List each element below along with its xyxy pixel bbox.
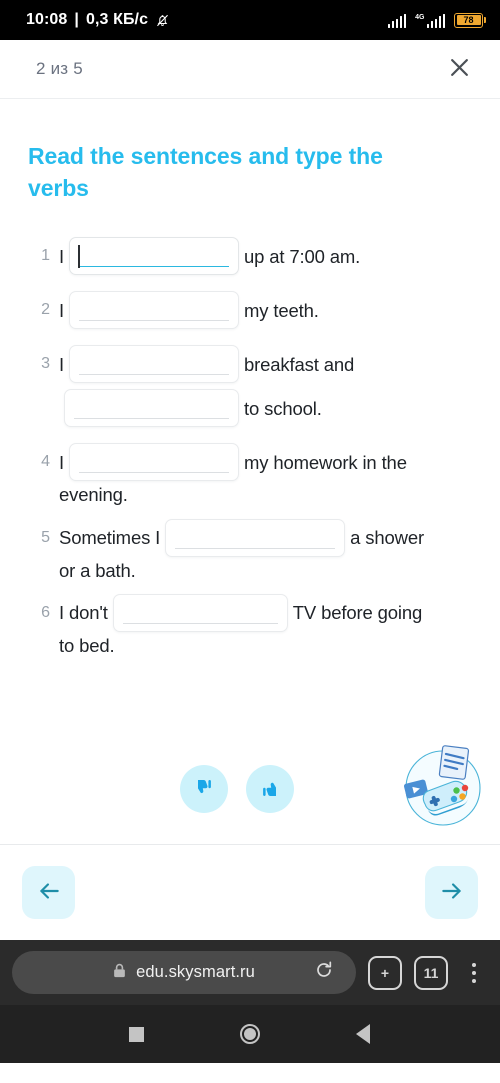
task-content: Read the sentences and type the verbs 1I… [0, 99, 500, 844]
question-text: I [59, 245, 64, 267]
question-text: TV before going [292, 602, 423, 624]
question-row: 4 Imy homework in the evening. [28, 440, 470, 505]
question-text: my homework in the [244, 451, 407, 473]
status-separator: | [74, 11, 79, 28]
answer-input-5-1[interactable] [165, 518, 346, 557]
status-bar: 10:08 | 0,3 КБ/с 4G 78 [0, 0, 500, 40]
app-header: 2 из 5 [0, 40, 500, 99]
question-number: 2 [41, 301, 50, 319]
close-icon [449, 57, 470, 81]
question-text: Sometimes I [59, 527, 161, 549]
input-underline [74, 418, 229, 420]
status-data-rate: 0,3 КБ/с [86, 11, 149, 28]
arrow-right-icon [439, 878, 465, 907]
question-row: 6 I don't TV before going to bed. [28, 591, 470, 656]
like-button[interactable] [246, 765, 294, 813]
phone-screen: 10:08 | 0,3 КБ/с 4G 78 2 из 5 Read the s… [0, 0, 500, 1083]
signal-bars-icon [387, 13, 407, 28]
input-underline [175, 547, 336, 549]
question-text: I don't [59, 602, 108, 624]
question-text: or a bath. [59, 559, 136, 581]
triangle-back-icon [356, 1024, 371, 1044]
arrow-left-icon [36, 878, 62, 907]
progress-indicator: 2 из 5 [36, 59, 83, 78]
question-row: 1 Iup at 7:00 am. [28, 234, 470, 278]
question-text: breakfast and [244, 353, 355, 375]
question-text: to school. [244, 397, 322, 419]
task-title: Read the sentences and type the verbs [28, 143, 383, 201]
input-underline [79, 265, 229, 268]
question-text: I [59, 353, 64, 375]
question-text: my teeth. [244, 299, 319, 321]
browser-toolbar: edu.skysmart.ru + 11 [0, 940, 500, 1005]
text-caret [78, 245, 80, 269]
tab-count-label: 11 [423, 964, 439, 981]
step-navigation-bar [0, 844, 500, 940]
question-text: a shower [350, 527, 425, 549]
overflow-menu-icon[interactable] [460, 962, 488, 983]
answer-input-6-1[interactable] [112, 594, 288, 632]
question-number: 4 [41, 453, 50, 471]
question-text: to bed. [59, 635, 115, 656]
home-button[interactable] [227, 1011, 273, 1057]
answer-input-3-2[interactable] [64, 389, 239, 428]
reload-icon [314, 960, 334, 985]
tab-switcher-button[interactable]: 11 [414, 955, 448, 990]
question-text: I [59, 451, 64, 473]
vote-group [180, 765, 294, 813]
answer-input-1-1[interactable] [69, 237, 239, 276]
input-underline [122, 623, 278, 624]
battery-percent-label: 78 [456, 15, 481, 25]
input-underline [79, 472, 229, 474]
mobile-network-icon: 4G [415, 13, 445, 28]
dislike-button[interactable] [180, 765, 228, 813]
circle-home-icon [239, 1024, 260, 1044]
question-number: 5 [41, 528, 50, 546]
question-row: 5 Sometimes I a shower or a bath. [28, 516, 470, 581]
new-tab-button[interactable]: + [368, 955, 402, 990]
previous-button[interactable] [22, 866, 75, 919]
question-text: up at 7:00 am. [244, 245, 361, 267]
question-row: 3 Ibreakfast and to school. [28, 342, 470, 430]
thumbs-down-icon [192, 776, 216, 803]
url-bar[interactable]: edu.skysmart.ru [12, 951, 356, 994]
network-type-label: 4G [415, 13, 425, 21]
status-bar-left: 10:08 | 0,3 КБ/с [26, 11, 170, 29]
question-text: evening. [59, 484, 128, 506]
answer-input-2-1[interactable] [69, 291, 239, 330]
recents-button[interactable] [114, 1011, 160, 1057]
reload-button[interactable] [314, 960, 334, 985]
plus-icon: + [380, 964, 390, 981]
status-bar-right: 4G 78 [387, 12, 486, 28]
battery-icon: 78 [454, 12, 486, 28]
question-list: 1 Iup at 7:00 am. 2 Imy teeth. 3 Ibreakfast a… [28, 234, 470, 656]
url-text: edu.skysmart.ru [136, 963, 255, 981]
answer-input-4-1[interactable] [69, 443, 239, 482]
question-number: 3 [41, 355, 50, 373]
bell-muted-icon [155, 12, 170, 28]
back-button[interactable] [340, 1011, 386, 1057]
input-underline [79, 320, 229, 322]
gamepad-document-play-icon [398, 742, 488, 832]
input-underline [79, 374, 229, 376]
next-button[interactable] [425, 866, 478, 919]
feedback-row [0, 734, 500, 844]
close-button[interactable] [442, 52, 476, 86]
lock-icon [113, 963, 126, 983]
status-time: 10:08 [26, 11, 68, 28]
question-text: I [59, 299, 64, 321]
question-number: 1 [41, 247, 50, 265]
android-navigation-bar [0, 1005, 500, 1063]
question-row: 2 Imy teeth. [28, 288, 470, 332]
thumbs-up-icon [258, 776, 282, 803]
question-number: 6 [41, 603, 50, 621]
square-recents-icon [129, 1026, 145, 1042]
answer-input-3-1[interactable] [69, 345, 239, 384]
